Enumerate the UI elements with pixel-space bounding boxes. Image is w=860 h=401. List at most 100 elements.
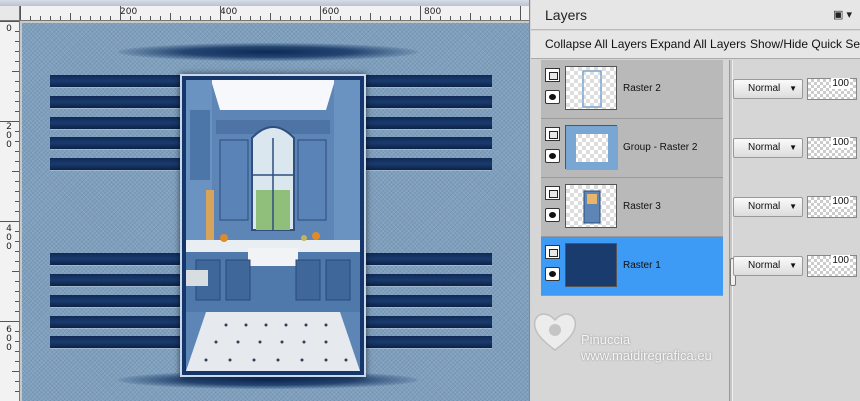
ruler-tick [240,16,241,20]
ruler-tick [440,16,441,20]
layer-group-icon[interactable] [545,245,560,259]
ruler-tick [380,16,381,20]
ruler-tick [230,16,231,20]
blend-mode-select[interactable]: Normal ▼ [733,197,803,217]
raster-2-thumb [582,70,602,108]
ruler-tick [340,16,341,20]
layer-name[interactable]: Raster 1 [623,260,661,271]
blend-mode-value: Normal [748,83,781,94]
ruler-tick [110,16,111,20]
ruler-tick [470,13,471,20]
layer-row-icons [545,68,561,112]
ruler-tick [15,201,19,202]
visibility-eye-icon[interactable] [545,149,560,163]
expand-all-layers-button[interactable]: Expand All Layers [650,37,746,51]
ruler-tick [15,301,19,302]
ruler-tick [370,13,371,20]
opacity-value: 100 [831,78,850,89]
ruler-tick [15,311,19,312]
layer-thumbnail [565,66,617,110]
ruler-tick [420,6,421,20]
ruler-tick [60,16,61,20]
ruler-tick [15,151,19,152]
opacity-field[interactable]: 100 ▴▾ [807,255,857,277]
ruler-tick [15,211,19,212]
layer-thumbnail [565,243,617,287]
ruler-tick [90,16,91,20]
ruler-tick [15,341,19,342]
ruler-tick [15,61,19,62]
ruler-tick [0,321,19,322]
layer-group-icon[interactable] [545,186,560,200]
ruler-tick [15,351,19,352]
ruler-tick [300,16,301,20]
image-canvas[interactable] [22,23,529,401]
ruler-label: 6 0 0 [6,325,12,353]
visibility-eye-icon[interactable] [545,267,560,281]
ruler-tick [330,16,331,20]
ruler-corner [0,6,20,21]
ruler-tick [520,6,521,20]
ruler-tick [320,6,321,20]
top-glow-bar [118,43,418,61]
watermark: Pinuccia www.maidiregrafica.eu [531,300,860,370]
layer-row-raster-3[interactable]: Raster 3 [541,178,723,237]
ruler-tick [15,361,19,362]
ruler-tick [0,221,19,222]
ruler-tick [15,141,19,142]
ruler-tick [170,13,171,20]
ruler-tick [0,121,19,122]
layer-name[interactable]: Group - Raster 2 [623,142,697,153]
opacity-field[interactable]: 100 ▴▾ [807,196,857,218]
layer-row-raster-1[interactable]: Raster 1 [541,237,723,296]
ruler-label: 4 0 0 [6,224,12,252]
vertical-ruler: 0 2 0 0 4 0 0 6 0 0 [0,21,20,401]
canvas-pane: 200 400 600 800 0 2 0 0 4 0 0 6 0 0 [0,0,530,401]
ruler-tick [450,16,451,20]
layer-name[interactable]: Raster 2 [623,83,661,94]
layer-row-icons [545,186,561,230]
ruler-tick [15,251,19,252]
ruler-tick [15,111,19,112]
ruler-tick [15,381,19,382]
dropdown-arrow-icon: ▼ [789,261,797,270]
layer-thumbnail [565,125,618,170]
ruler-tick [40,16,41,20]
ruler-tick [15,261,19,262]
palette-menu-icon[interactable]: ▣ ▾ [833,8,852,21]
opacity-field[interactable]: 100 ▴▾ [807,78,857,100]
watermark-url: www.maidiregrafica.eu [581,348,712,363]
ruler-tick [350,16,351,20]
collapse-all-layers-button[interactable]: Collapse All Layers [545,37,647,51]
heart-logo-icon [533,313,577,351]
dropdown-arrow-icon: ▼ [789,202,797,211]
blend-mode-select[interactable]: Normal ▼ [733,138,803,158]
ruler-tick [80,16,81,20]
opacity-value: 100 [831,255,850,266]
layer-name[interactable]: Raster 3 [623,201,661,212]
ruler-label: 0 [6,24,12,34]
blend-mode-value: Normal [748,142,781,153]
layer-group-icon[interactable] [545,68,560,82]
layers-palette: Layers ▣ ▾ Collapse All Layers Expand Al… [531,0,860,401]
opacity-field[interactable]: 100 ▴▾ [807,137,857,159]
ruler-tick [15,231,19,232]
visibility-eye-icon[interactable] [545,90,560,104]
ruler-tick [410,16,411,20]
layer-row-raster-2[interactable]: Raster 2 [541,60,723,119]
ruler-tick [70,13,71,20]
layer-thumbnail [565,184,617,228]
ruler-tick [430,16,431,20]
ruler-tick [12,71,19,72]
visibility-eye-icon[interactable] [545,208,560,222]
blend-mode-select[interactable]: Normal ▼ [733,256,803,276]
palette-toolbar: Collapse All Layers Expand All Layers Sh… [531,31,860,59]
ruler-tick [360,16,361,20]
show-hide-quick-search-button[interactable]: Show/Hide Quick Sea [750,37,860,51]
layer-row-group-raster-2[interactable]: Group - Raster 2 [541,119,723,178]
ruler-label: 800 [424,7,442,17]
layer-group-icon[interactable] [545,127,560,141]
blend-mode-select[interactable]: Normal ▼ [733,79,803,99]
group-raster-2-thumb [566,126,618,170]
ruler-tick [15,331,19,332]
